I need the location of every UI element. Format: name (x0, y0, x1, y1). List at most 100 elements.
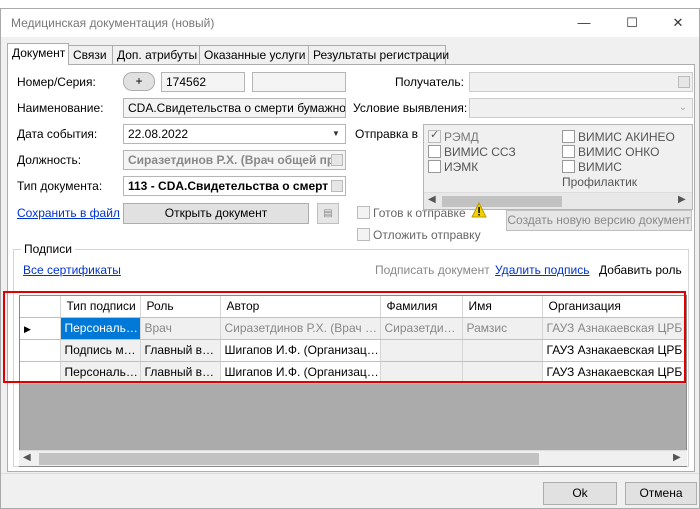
condition-label: Условие выявления: (353, 101, 468, 115)
table-cell[interactable]: Главный врач (140, 361, 221, 384)
save-to-file-link[interactable]: Сохранить в файл (17, 206, 120, 220)
add-role-button[interactable]: Добавить роль (599, 263, 682, 277)
dialog-window: Медицинская документация (новый) — ☐ ✕ Д… (0, 8, 700, 509)
table-cell[interactable]: ГАУЗ Азнакаевская ЦРБ (542, 339, 686, 362)
lookup-icon[interactable] (331, 154, 343, 166)
tab-registration-results[interactable]: Результаты регистрации (308, 45, 449, 64)
tab-links[interactable]: Связи (68, 45, 113, 64)
all-certificates-link[interactable]: Все сертификаты (23, 263, 121, 277)
document-icon[interactable]: ▤ (317, 203, 339, 224)
scroll-right-icon[interactable]: ▶ (678, 194, 686, 205)
table-row[interactable]: ▶ Персональн... Врач Сиразетдинов Р.Х. (… (20, 317, 686, 340)
table-cell[interactable]: Подпись ме... (60, 339, 141, 362)
send-to-label: Отправка в (355, 127, 418, 141)
checkbox[interactable] (428, 160, 441, 174)
close-button[interactable]: ✕ (655, 9, 700, 37)
delete-signature-link[interactable]: Удалить подпись (495, 263, 590, 277)
table-header-row: Тип подписи Роль Автор Фамилия Имя Орган… (20, 296, 686, 318)
add-number-button[interactable]: + (123, 72, 155, 91)
name-field[interactable]: CDA.Свидетельства о смерти бумажное (123, 98, 346, 118)
checkbox[interactable] (357, 206, 370, 220)
checkbox[interactable] (428, 145, 441, 159)
position-field[interactable]: Сиразетдинов Р.Х. (Врач общей пр (123, 150, 346, 170)
row-selector[interactable] (20, 339, 61, 362)
scroll-thumb[interactable] (39, 453, 539, 465)
send-to-list: РЭМД ВИМИС АКИНЕО ВИМИС ССЗ ВИМИС ОНКО И… (423, 124, 693, 210)
send-option-iemk[interactable]: ИЭМК (428, 159, 478, 174)
recipient-label: Получатель: (395, 75, 464, 89)
column-header[interactable]: Организация (542, 296, 686, 318)
signatures-table: Тип подписи Роль Автор Фамилия Имя Орган… (20, 296, 686, 384)
title-bar: Медицинская документация (новый) — ☐ ✕ (1, 9, 699, 37)
column-header[interactable]: Автор (220, 296, 381, 318)
recipient-field[interactable] (469, 72, 693, 92)
doctype-field[interactable]: 113 - CDA.Свидетельства о смерт (123, 176, 346, 196)
checkbox[interactable] (428, 128, 441, 144)
minimize-button[interactable]: — (561, 9, 607, 37)
row-header-corner (20, 296, 61, 318)
lookup-icon[interactable] (331, 180, 343, 192)
table-cell[interactable]: ГАУЗ Азнакаевская ЦРБ (542, 317, 686, 340)
doctype-value: 113 - CDA.Свидетельства о смерт (128, 179, 329, 193)
scroll-left-icon[interactable]: ◀ (428, 194, 436, 205)
grid-hscrollbar[interactable]: ◀ ▶ (19, 450, 687, 466)
table-cell[interactable]: Персональн... (60, 317, 141, 340)
tab-document[interactable]: Документ (7, 43, 69, 65)
checkbox[interactable] (562, 145, 575, 159)
scroll-left-icon[interactable]: ◀ (23, 452, 31, 463)
tab-extra-attributes[interactable]: Доп. атрибуты (112, 45, 200, 64)
ready-to-send-checkbox[interactable]: Готов к отправке (357, 205, 466, 220)
table-cell[interactable]: ГАУЗ Азнакаевская ЦРБ (542, 361, 686, 384)
send-option-prophylaxis[interactable]: ВИМИС Профилактик (562, 159, 692, 189)
chevron-down-icon[interactable]: ▼ (328, 126, 344, 142)
tab-services[interactable]: Оказанные услуги (199, 45, 309, 64)
number-label: Номер/Серия: (17, 75, 96, 89)
date-input[interactable]: 22.08.2022 ▼ (123, 124, 346, 144)
chevron-down-icon[interactable]: ⌄ (675, 100, 691, 116)
maximize-button[interactable]: ☐ (609, 9, 655, 37)
number-input[interactable]: 174562 (161, 72, 245, 92)
checkbox[interactable] (357, 228, 370, 242)
table-cell[interactable]: Рамзис (462, 317, 543, 340)
table-cell[interactable]: Главный врач (140, 339, 221, 362)
postpone-send-checkbox[interactable]: Отложить отправку (357, 227, 481, 242)
row-selector[interactable] (20, 361, 61, 384)
lookup-icon[interactable] (678, 76, 690, 88)
position-value: Сиразетдинов Р.Х. (Врач общей пр (128, 153, 335, 167)
table-cell[interactable]: Шигапов И.Ф. (Организаци... (220, 361, 381, 384)
table-cell[interactable] (462, 339, 543, 362)
ok-button[interactable]: Ok (543, 482, 617, 505)
column-header[interactable]: Тип подписи (60, 296, 141, 318)
window-title: Медицинская документация (новый) (11, 16, 215, 30)
row-selector[interactable]: ▶ (20, 317, 61, 340)
table-cell[interactable]: Персональн... (60, 361, 141, 384)
table-row[interactable]: Подпись ме... Главный врач Шигапов И.Ф. … (20, 339, 686, 362)
table-cell[interactable] (380, 339, 463, 362)
send-option-onko[interactable]: ВИМИС ОНКО (562, 144, 659, 159)
table-cell[interactable]: Сиразетдинов (380, 317, 463, 340)
send-option-ssz[interactable]: ВИМИС ССЗ (428, 144, 516, 159)
table-cell[interactable]: Сиразетдинов Р.Х. (Врач об... (220, 317, 381, 340)
table-row[interactable]: Персональн... Главный врач Шигапов И.Ф. … (20, 361, 686, 384)
send-option-akineo[interactable]: ВИМИС АКИНЕО (562, 129, 675, 144)
column-header[interactable]: Имя (462, 296, 543, 318)
column-header[interactable]: Роль (140, 296, 221, 318)
scroll-right-icon[interactable]: ▶ (673, 452, 681, 463)
signatures-grid: Тип подписи Роль Автор Фамилия Имя Орган… (19, 295, 687, 467)
condition-select[interactable]: ⌄ (469, 98, 693, 118)
current-row-arrow-icon: ▶ (24, 324, 31, 334)
table-cell[interactable]: Шигапов И.Ф. (Организаци... (220, 339, 381, 362)
checkbox[interactable] (562, 160, 575, 174)
send-option-remd[interactable]: РЭМД (428, 128, 479, 144)
series-input[interactable] (252, 72, 346, 92)
table-cell[interactable] (462, 361, 543, 384)
create-new-version-button[interactable]: Создать новую версию документ (506, 210, 692, 231)
checkbox[interactable] (562, 130, 575, 144)
name-label: Наименование: (17, 101, 104, 115)
column-header[interactable]: Фамилия (380, 296, 463, 318)
open-document-button[interactable]: Открыть документ (123, 203, 309, 224)
table-cell[interactable] (380, 361, 463, 384)
table-cell[interactable]: Врач (140, 317, 221, 340)
cancel-button[interactable]: Отмена (625, 482, 697, 505)
sign-document-button[interactable]: Подписать документ (375, 263, 490, 277)
